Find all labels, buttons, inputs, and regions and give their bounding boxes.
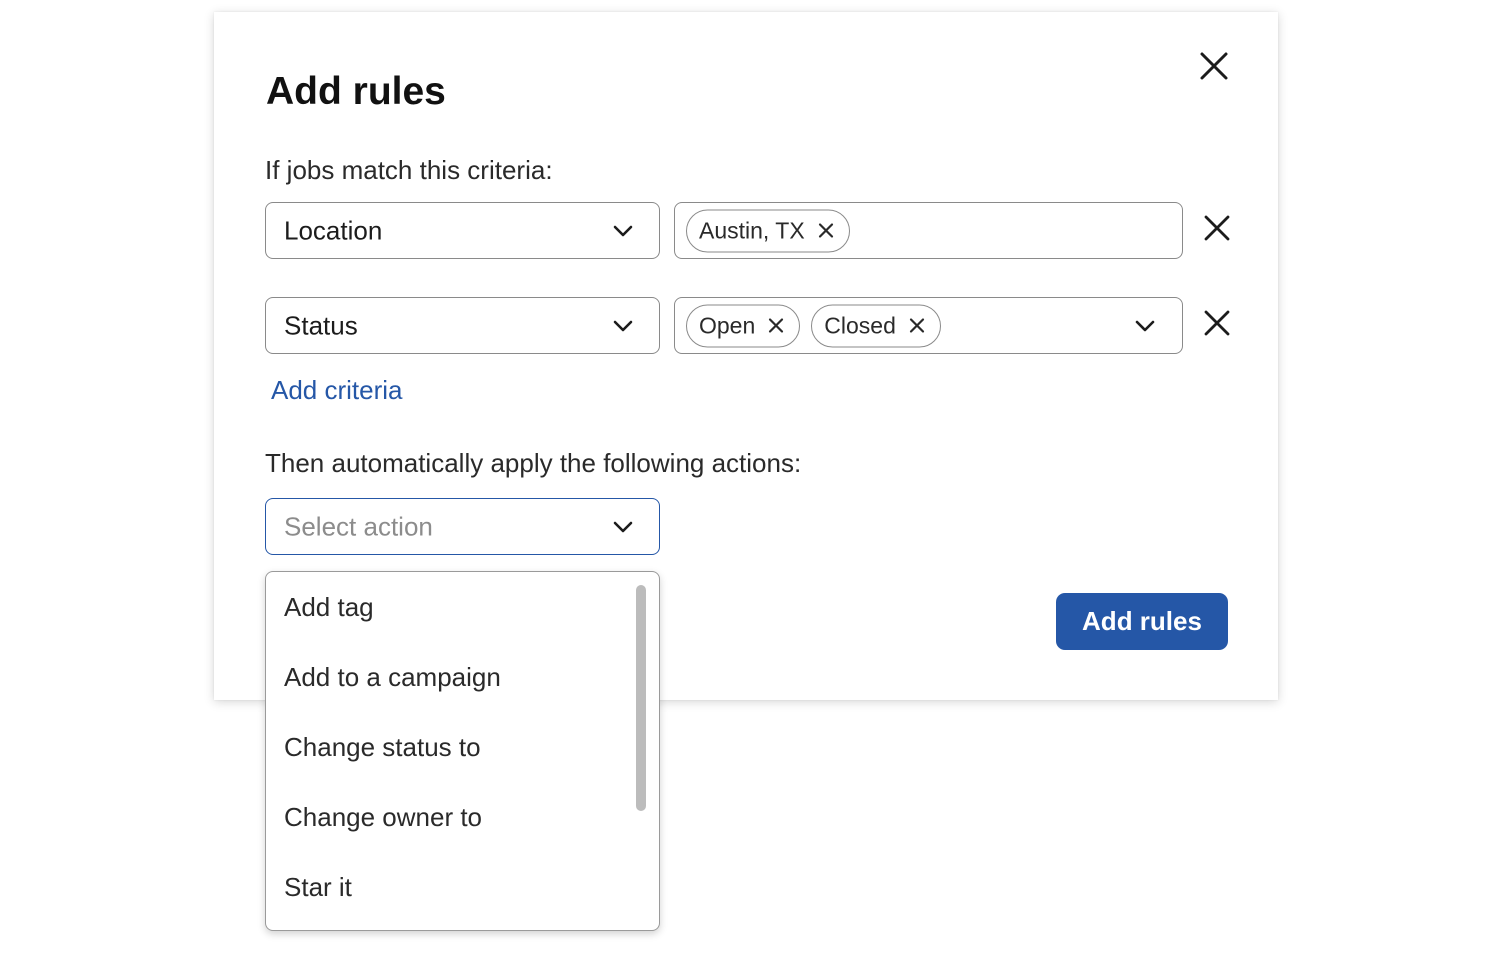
chip-label: Open	[699, 312, 756, 338]
close-dialog-button[interactable]	[1196, 48, 1232, 84]
close-icon	[1204, 215, 1230, 241]
dialog-title: Add rules	[266, 70, 446, 113]
criteria-label: If jobs match this criteria:	[265, 155, 553, 185]
x-icon[interactable]	[817, 222, 835, 240]
criteria-field-select-location[interactable]: Location	[265, 202, 660, 259]
actions-label: Then automatically apply the following a…	[265, 448, 802, 478]
criteria-field-value: Location	[284, 215, 383, 245]
menu-item-add-to-campaign[interactable]: Add to a campaign	[266, 642, 626, 712]
add-rules-button[interactable]: Add rules	[1056, 593, 1228, 650]
criteria-field-value: Status	[284, 310, 358, 340]
criteria-value-input-location[interactable]: Austin, TX	[674, 202, 1183, 259]
chip-list: Austin, TX	[686, 209, 850, 252]
chevron-down-icon	[1135, 320, 1155, 331]
chip-open: Open	[686, 304, 801, 347]
close-icon	[1200, 52, 1228, 80]
menu-item-change-owner[interactable]: Change owner to	[266, 782, 626, 852]
remove-criteria-button[interactable]	[1201, 307, 1233, 339]
chip-label: Austin, TX	[699, 217, 805, 243]
chip-label: Closed	[824, 312, 896, 338]
x-icon[interactable]	[767, 317, 785, 335]
action-select-placeholder: Select action	[284, 511, 433, 541]
menu-item-change-status[interactable]: Change status to	[266, 712, 626, 782]
chip-austin: Austin, TX	[686, 209, 850, 252]
x-icon[interactable]	[908, 317, 926, 335]
remove-criteria-button[interactable]	[1201, 212, 1233, 244]
scrollbar-thumb[interactable]	[636, 585, 646, 811]
chevron-down-icon	[613, 320, 633, 331]
add-criteria-link[interactable]: Add criteria	[271, 374, 403, 406]
action-options-menu: Add tag Add to a campaign Change status …	[265, 571, 660, 931]
menu-item-add-tag[interactable]: Add tag	[266, 572, 626, 642]
chevron-down-icon	[613, 521, 633, 532]
chip-closed: Closed	[811, 304, 941, 347]
close-icon	[1204, 310, 1230, 336]
criteria-field-select-status[interactable]: Status	[265, 297, 660, 354]
menu-item-star-it[interactable]: Star it	[266, 852, 626, 922]
chip-list: Open Closed	[686, 304, 941, 347]
chevron-down-icon	[613, 225, 633, 236]
criteria-value-select-status[interactable]: Open Closed	[674, 297, 1183, 354]
action-select[interactable]: Select action	[265, 498, 660, 555]
